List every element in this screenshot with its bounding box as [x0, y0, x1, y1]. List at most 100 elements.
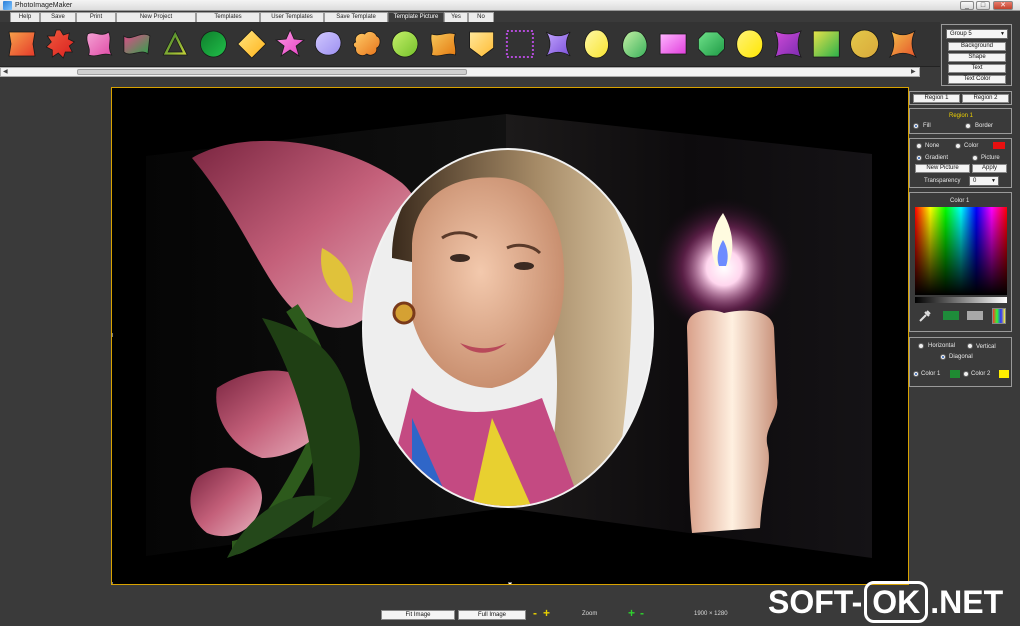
color-radio[interactable] — [955, 143, 961, 149]
new-picture-button[interactable]: New Picture — [915, 164, 970, 173]
menu-item-user-templates[interactable]: User Templates — [260, 12, 324, 22]
zoom-label: Zoom — [582, 611, 598, 617]
shape-sail-orange[interactable] — [888, 29, 917, 59]
watermark-right: .NET — [930, 584, 1004, 620]
fill-color-swatch[interactable] — [993, 142, 1005, 149]
border-radio[interactable] — [965, 123, 971, 129]
none-label: None — [925, 143, 940, 149]
background-button[interactable]: Background — [948, 42, 1006, 51]
color1-label: Color 1 — [921, 371, 941, 377]
template-canvas[interactable] — [111, 87, 909, 585]
shape-circle-green[interactable] — [200, 30, 227, 58]
gradient-direction-panel: Horizontal Vertical Diagonal Color 1 Col… — [909, 337, 1012, 387]
region-title: Region 1 — [949, 113, 974, 119]
resize-handle-bottom-left[interactable] — [112, 582, 113, 584]
shape-octagon-green[interactable] — [698, 31, 725, 57]
shape-ribbon-orange[interactable] — [430, 32, 457, 57]
shape-blob-lavender[interactable] — [314, 31, 342, 56]
full-image-button[interactable]: Full Image — [458, 610, 526, 620]
color-spectrum[interactable] — [915, 207, 1007, 295]
shape-square-lime[interactable] — [812, 30, 840, 58]
zoom-out-icon[interactable]: - — [533, 607, 537, 619]
text-color-button[interactable]: Text Color — [948, 75, 1006, 84]
menu-item-no[interactable]: No — [468, 12, 494, 22]
group-select[interactable]: Group 5 ▼ — [946, 29, 1008, 39]
chevron-down-icon: ▼ — [1000, 31, 1005, 37]
color2-swatch[interactable] — [999, 370, 1009, 378]
menu-item-save[interactable]: Save — [40, 12, 76, 22]
shape-circle-gradient[interactable] — [850, 29, 879, 59]
resize-handle-left[interactable] — [112, 333, 113, 337]
shape-button[interactable]: Shape — [948, 53, 1006, 62]
shape-circle-lime[interactable] — [391, 30, 419, 58]
zoom-in-icon[interactable]: + — [543, 607, 550, 619]
shape-oval-yellow-2[interactable] — [736, 29, 764, 59]
horizontal-label: Horizontal — [928, 343, 956, 349]
window-title: PhotoImageMaker — [15, 2, 73, 9]
shape-wave-green[interactable] — [123, 33, 151, 55]
palette-icon[interactable] — [992, 308, 1006, 324]
scroll-right-icon[interactable]: ▶ — [911, 68, 916, 76]
composition-image — [112, 88, 908, 584]
scrollbar-thumb[interactable] — [77, 69, 467, 75]
shape-star-pink[interactable] — [275, 29, 306, 57]
text-button[interactable]: Text — [948, 64, 1006, 73]
region-1-tab[interactable]: Region 1 — [913, 94, 960, 103]
fill-radio[interactable] — [913, 123, 919, 129]
menu-item-help[interactable]: Help — [10, 12, 40, 22]
shape-starburst-red[interactable] — [45, 29, 76, 59]
current-color-swatch[interactable] — [943, 311, 959, 320]
none-radio[interactable] — [916, 143, 922, 149]
shape-gallery-scrollbar[interactable]: ◀ ▶ — [0, 67, 920, 77]
shape-stitched-frame[interactable] — [505, 30, 534, 58]
group-panel: Group 5 ▼ Background Shape Text Text Col… — [941, 24, 1012, 86]
gradient-radio[interactable] — [916, 155, 922, 161]
picture-radio[interactable] — [972, 155, 978, 161]
resize-handle-bottom[interactable] — [508, 582, 512, 584]
menu-item-templates[interactable]: Templates — [196, 12, 260, 22]
vertical-radio[interactable] — [967, 343, 973, 349]
shape-curly-pink[interactable] — [86, 31, 113, 57]
shape-bevel-square-red[interactable] — [8, 31, 36, 57]
minimize-button[interactable]: _ — [960, 1, 974, 10]
color2-radio[interactable] — [963, 371, 969, 377]
color2-label: Color 2 — [971, 371, 991, 377]
shape-rect-magenta[interactable] — [659, 33, 687, 55]
zoom-plus-icon[interactable]: + — [628, 607, 635, 619]
shape-egg-green[interactable] — [622, 30, 648, 59]
transparency-value: 0 — [973, 178, 977, 184]
maximize-button[interactable]: □ — [976, 1, 990, 10]
eyedropper-icon[interactable] — [918, 309, 932, 323]
gradient-label: Gradient — [925, 155, 949, 161]
shape-cloud-orange[interactable] — [353, 31, 381, 56]
shape-square-purple[interactable] — [774, 30, 802, 58]
image-dimensions: 1900 × 1280 — [694, 611, 728, 617]
zoom-minus-icon[interactable]: - — [640, 607, 644, 619]
transparency-select[interactable]: 0 ▼ — [969, 176, 999, 186]
menu-item-save-template[interactable]: Save Template — [324, 12, 388, 22]
apply-button[interactable]: Apply — [972, 164, 1007, 173]
app-icon — [3, 1, 12, 10]
shape-triangle-yellow[interactable] — [162, 30, 188, 56]
shape-badge-orange[interactable] — [469, 31, 495, 58]
menu-item-new-project[interactable]: New Project — [116, 12, 196, 22]
shape-star-violet[interactable] — [545, 31, 571, 57]
menu-item-template-picture[interactable]: Template Picture — [388, 12, 444, 22]
diagonal-radio[interactable] — [940, 354, 946, 360]
brightness-slider[interactable] — [915, 297, 1007, 303]
picture-label: Picture — [981, 155, 1000, 161]
previous-color-swatch[interactable] — [967, 311, 983, 320]
region-2-tab[interactable]: Region 2 — [962, 94, 1009, 103]
horizontal-radio[interactable] — [918, 343, 924, 349]
diagonal-label: Diagonal — [949, 354, 973, 360]
menu-item-yes[interactable]: Yes — [444, 12, 468, 22]
shape-oval-yellow[interactable] — [584, 29, 609, 59]
fit-image-button[interactable]: Fit Image — [381, 610, 455, 620]
scroll-left-icon[interactable]: ◀ — [3, 68, 8, 76]
shape-diamond-orange[interactable] — [237, 29, 267, 59]
transparency-label: Transparency — [924, 178, 961, 184]
color1-radio[interactable] — [913, 371, 919, 377]
color1-swatch[interactable] — [950, 370, 960, 378]
menu-item-print[interactable]: Print — [76, 12, 116, 22]
close-button[interactable]: ✕ — [993, 1, 1013, 10]
